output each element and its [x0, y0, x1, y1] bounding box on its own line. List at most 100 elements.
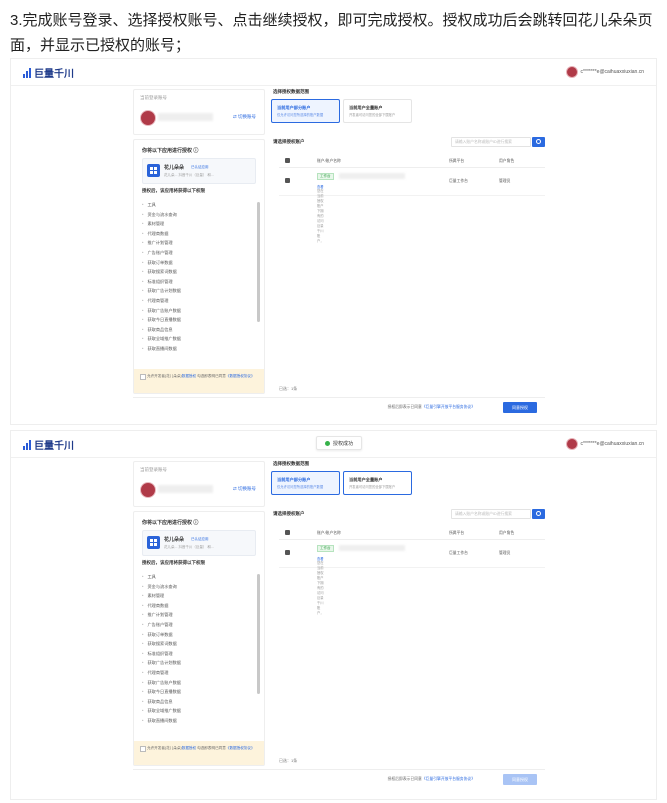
permission-list: 工具 资金与流水查询 素材管理 代理商数据 推广计划管理 广告账户管理 获取订单…	[142, 572, 250, 726]
permission-item: 工具	[142, 572, 250, 582]
table-row[interactable]: 工作台 您在当前授权账户下拥有的访问巨量千川账户， 查看 巨量工作台 管理员	[279, 541, 545, 615]
permission-item: 获取搜索词数据	[142, 639, 250, 649]
permission-item: 获取搜索词数据	[142, 267, 250, 277]
logo-bars-icon	[23, 67, 31, 78]
permission-item: 获取今日直播数据	[142, 315, 250, 325]
footer: 授权后即表示已同意《巨量引擎开放平台服务协议》 同意授权	[133, 397, 545, 417]
permission-item: 获取商品信息	[142, 325, 250, 335]
agree-auth-button[interactable]: 同意授权	[503, 774, 537, 785]
scope-option-all[interactable]: 当前用户全量账户 开发者可访问您的全部下属账户	[343, 471, 412, 495]
logo: 巨量千川	[23, 65, 74, 80]
app-card: 花儿朵朵 已认证应用 花儿朵... 抖音千川（巨量） 和...	[142, 530, 256, 556]
permission-item: 获取订单数据	[142, 630, 250, 640]
permission-scrollbar[interactable]	[257, 202, 260, 322]
search-input[interactable]: 请输入账户名称或账户ID进行搜索	[451, 509, 531, 519]
permission-item: 素材管理	[142, 219, 250, 229]
account-name-blurred	[158, 113, 213, 121]
permission-subtitle: 授权后，该应用将获得以下权限	[142, 188, 205, 193]
permission-item: 获取全域推广数据	[142, 706, 250, 716]
permission-panel: 你将以下应用进行授权 ⓘ 花儿朵朵 已认证应用 花儿朵... 抖音千川（巨量） …	[133, 511, 265, 766]
search-input[interactable]: 请输入账户名称或账户ID进行搜索	[451, 137, 531, 147]
permission-title: 你将以下应用进行授权 ⓘ	[142, 148, 199, 154]
permission-item: 获取今日直播数据	[142, 687, 250, 697]
status-badge: 工作台	[317, 173, 334, 180]
permission-item: 标准组织管理	[142, 649, 250, 659]
table-row[interactable]: 工作台 您在当前授权账户下拥有的访问巨量千川账户， 查看 巨量工作台 管理员	[279, 169, 545, 243]
scope-option-partial[interactable]: 当前用户部分账户 仅允许访问您所选择的账户数据	[271, 471, 340, 495]
permission-item: 素材管理	[142, 591, 250, 601]
data-auth-link[interactable]: 数据授权	[182, 374, 196, 378]
app-desc: 花儿朵... 抖音千川（巨量） 和...	[164, 173, 214, 177]
account-name-blurred	[158, 485, 213, 493]
service-agreement-link[interactable]: 《巨量引擎开放平台服务协议》	[422, 405, 475, 409]
logo-bars-icon	[23, 439, 31, 450]
search-icon[interactable]	[532, 137, 545, 147]
permission-item: 广告账户管理	[142, 620, 250, 630]
select-all-checkbox[interactable]	[285, 530, 290, 535]
agree-checkbox[interactable]	[140, 746, 146, 752]
status-badge: 工作台	[317, 545, 334, 552]
table-header: 账户/账户名称 所属平台 用户角色	[279, 155, 545, 168]
app-icon	[147, 536, 160, 549]
selected-count: 已选：1条	[279, 386, 298, 391]
permission-item: 代理商数据	[142, 229, 250, 239]
footer: 授权后即表示已同意《巨量引擎开放平台服务协议》 同意授权	[133, 769, 545, 789]
account-card: 当前登录账号 ⇄ 切换账号	[133, 89, 265, 135]
row-platform: 巨量工作台	[449, 179, 468, 183]
permission-item: 广告账户管理	[142, 248, 250, 258]
app-name: 花儿朵朵	[164, 165, 185, 171]
permission-item: 推广计划管理	[142, 238, 250, 248]
app-icon	[147, 164, 160, 177]
search-icon[interactable]	[532, 509, 545, 519]
row-checkbox[interactable]	[285, 550, 290, 555]
top-bar: 巨量千川 c*******e@caihuaxxiuxian.cn	[11, 59, 656, 86]
app-tag: 已认证应用	[191, 165, 209, 169]
account-avatar	[140, 482, 156, 498]
permission-item: 获取广告账户数据	[142, 678, 250, 688]
data-auth-agreement-link[interactable]: 《数据授权协议》	[226, 374, 255, 378]
permission-panel: 你将以下应用进行授权 ⓘ 花儿朵朵 已认证应用 花儿朵... 抖音千川（巨量） …	[133, 139, 265, 394]
permission-list: 工具 资金与流水查询 素材管理 代理商数据 推广计划管理 广告账户管理 获取订单…	[142, 200, 250, 354]
permission-item: 获取订单数据	[142, 258, 250, 268]
avatar	[565, 438, 578, 450]
account-name-blurred	[339, 545, 405, 551]
app-card: 花儿朵朵 已认证应用 花儿朵... 抖音千川（巨量） 和...	[142, 158, 256, 184]
row-checkbox[interactable]	[285, 178, 290, 183]
logo: 巨量千川	[23, 437, 74, 452]
avatar	[565, 66, 578, 78]
permission-scrollbar[interactable]	[257, 574, 260, 694]
agreement-box: 允许开发者(花儿朵朵)数据授权 勾选即表明已同意《数据授权协议》	[134, 369, 264, 393]
permission-item: 获取商品信息	[142, 697, 250, 707]
permission-item: 代理商管理	[142, 668, 250, 678]
user-menu[interactable]: c*******e@caihuaxxiuxian.cn	[565, 66, 644, 78]
switch-account-link[interactable]: ⇄ 切换账号	[233, 486, 256, 492]
scope-option-partial[interactable]: 当前用户部分账户 仅允许访问您所选择的账户数据	[271, 99, 340, 123]
row-desc: 您在当前授权账户下拥有的访问巨量千川账户， 查看	[317, 185, 324, 243]
footer-text: 授权后即表示已同意《巨量引擎开放平台服务协议》	[387, 405, 475, 409]
auth-screenshot-before: 巨量千川 c*******e@caihuaxxiuxian.cn 当前登录账号 …	[10, 58, 657, 425]
scope-option-all[interactable]: 当前用户全量账户 开发者可访问您的全部下属账户	[343, 99, 412, 123]
select-all-checkbox[interactable]	[285, 158, 290, 163]
instruction-caption: 3.完成账号登录、选择授权账号、点击继续授权，即可完成授权。授权成功后会跳转回花…	[10, 12, 653, 54]
permission-item: 工具	[142, 200, 250, 210]
permission-item: 资金与流水查询	[142, 582, 250, 592]
user-email: c*******e@caihuaxxiuxian.cn	[580, 441, 644, 447]
table-header: 账户/账户名称 所属平台 用户角色	[279, 527, 545, 540]
user-email: c*******e@caihuaxxiuxian.cn	[580, 69, 644, 75]
auth-screenshot-after: 巨量千川 授权成功 c*******e@caihuaxxiuxian.cn 当前…	[10, 430, 657, 800]
user-menu[interactable]: c*******e@caihuaxxiuxian.cn	[565, 438, 644, 450]
permission-item: 代理商管理	[142, 296, 250, 306]
account-avatar	[140, 110, 156, 126]
success-toast: 授权成功	[316, 436, 363, 450]
permission-item: 获取全域推广数据	[142, 334, 250, 344]
switch-account-link[interactable]: ⇄ 切换账号	[233, 114, 256, 120]
agree-auth-button[interactable]: 同意授权	[503, 402, 537, 413]
agree-checkbox[interactable]	[140, 374, 146, 380]
account-label: 当前登录账号	[140, 95, 167, 100]
top-bar: 巨量千川 授权成功 c*******e@caihuaxxiuxian.cn	[11, 431, 656, 458]
permission-item: 获取直播间数据	[142, 716, 250, 726]
permission-item: 资金与流水查询	[142, 210, 250, 220]
agreement-box: 允许开发者(花儿朵朵)数据授权 勾选即表明已同意《数据授权协议》	[134, 741, 264, 765]
row-role: 管理员	[499, 179, 511, 183]
permission-item: 获取广告账户数据	[142, 306, 250, 316]
